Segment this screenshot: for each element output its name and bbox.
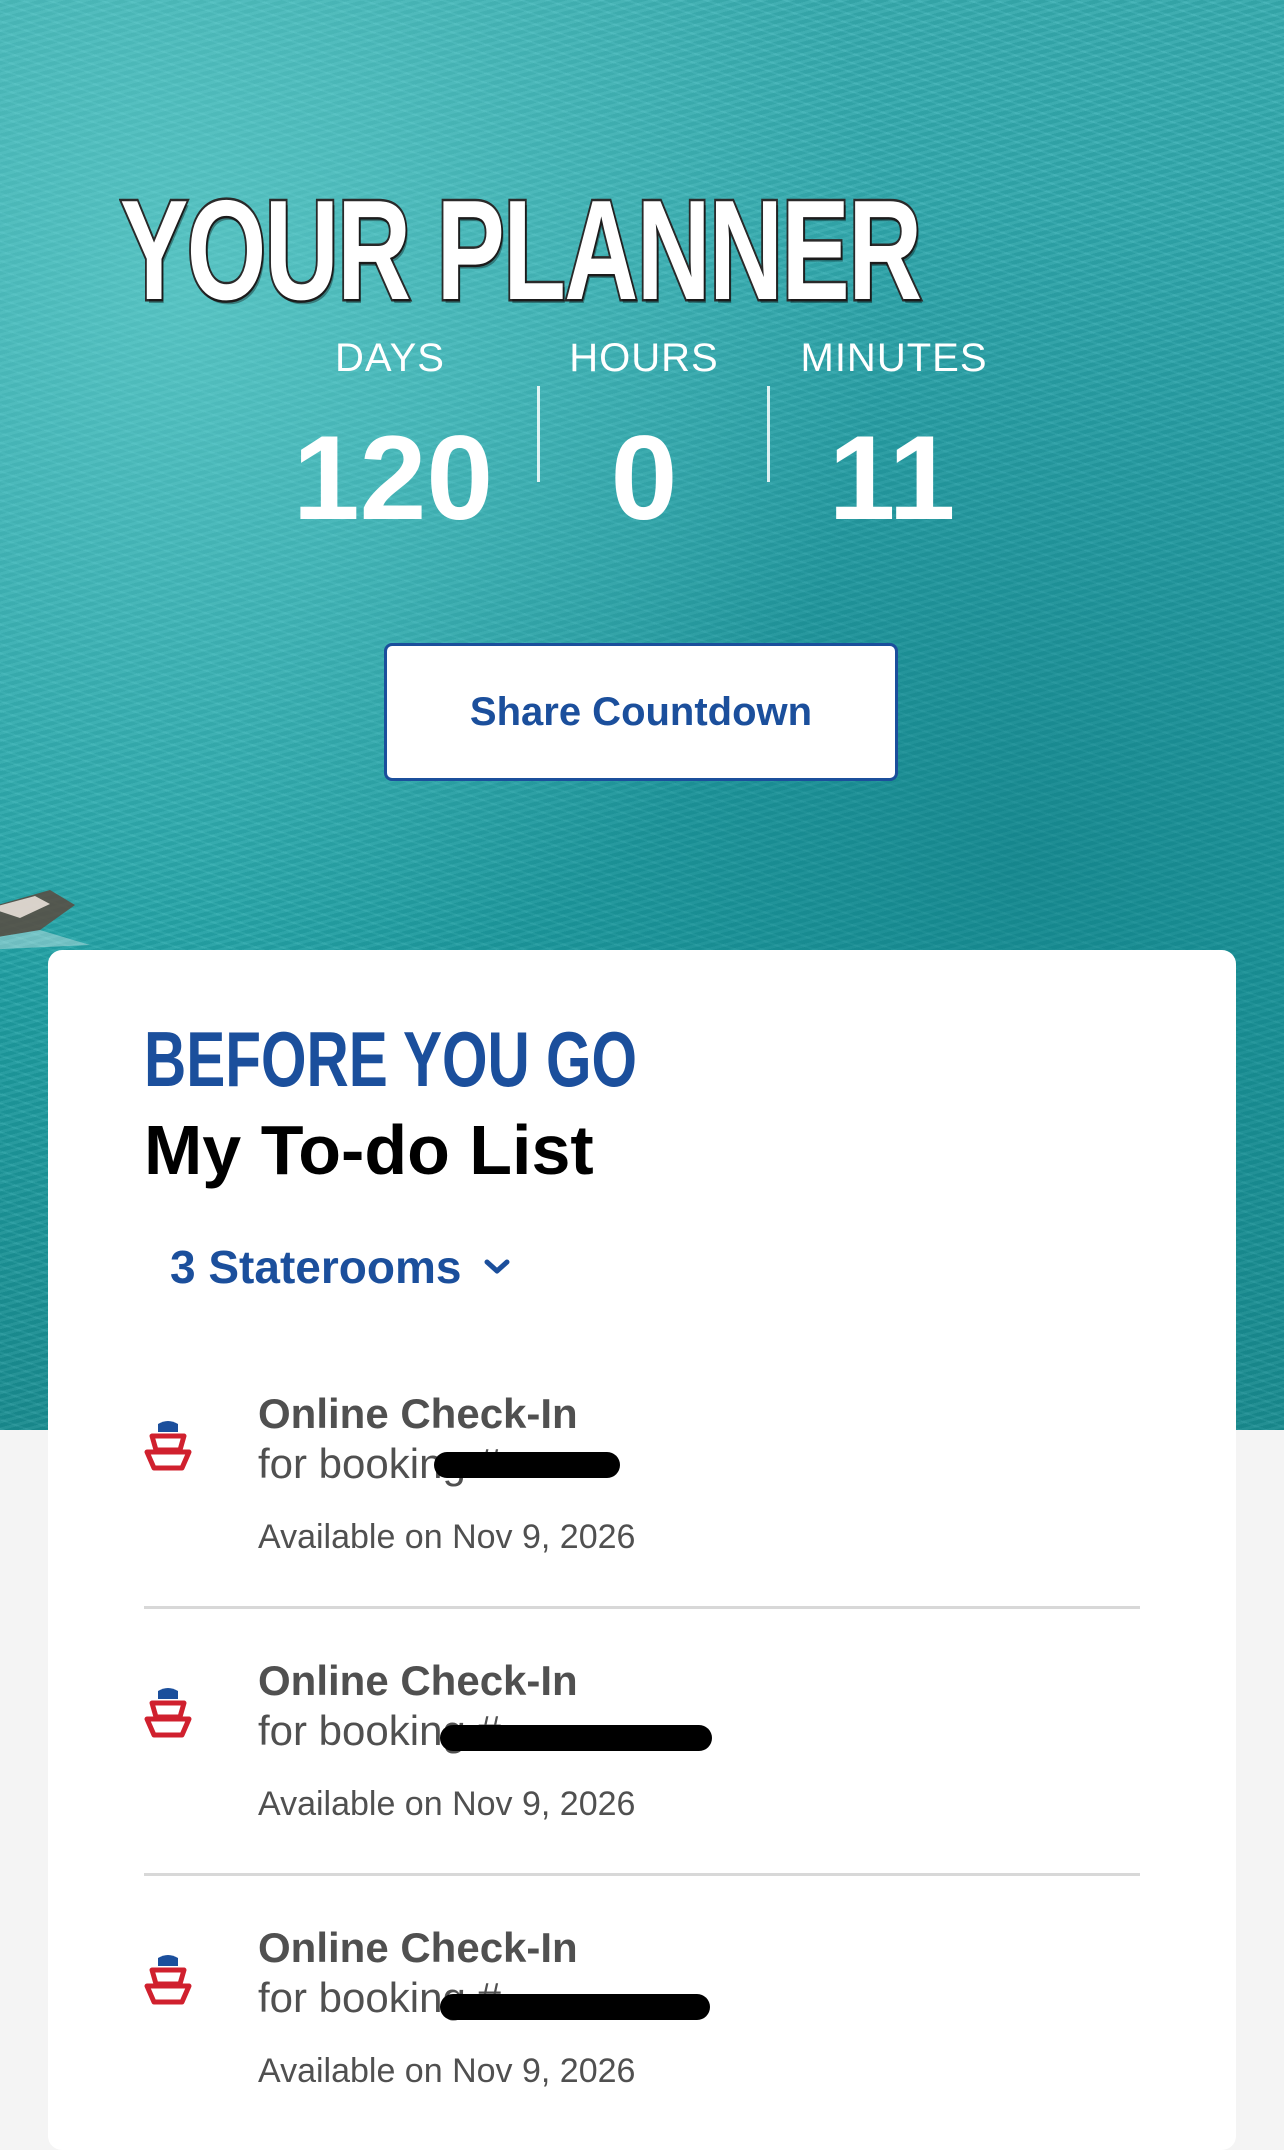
- list-divider: [144, 1873, 1140, 1876]
- list-divider: [144, 1606, 1140, 1609]
- staterooms-dropdown[interactable]: 3 Staterooms: [170, 1240, 511, 1294]
- staterooms-label: 3 Staterooms: [170, 1241, 462, 1293]
- todo-item-title: Online Check-In: [258, 1924, 578, 1971]
- minutes-label: MINUTES: [800, 336, 988, 380]
- page-title: YOUR PLANNER: [118, 171, 924, 330]
- todo-item-availability: Available on Nov 9, 2026: [258, 1518, 636, 1556]
- days-label: DAYS: [335, 336, 445, 380]
- todo-item-checkin-3[interactable]: Online Check-In for booking # Available …: [144, 1924, 1144, 2090]
- boat-image: [0, 890, 90, 950]
- todo-card: BEFORE YOU GO My To-do List 3 Staterooms…: [48, 950, 1236, 2150]
- minutes-value: 11: [828, 411, 956, 545]
- days-value: 120: [292, 411, 494, 545]
- share-countdown-button[interactable]: Share Countdown: [384, 643, 898, 781]
- todo-item-checkin-2[interactable]: Online Check-In for booking # Available …: [144, 1657, 1144, 1823]
- todo-list-title: My To-do List: [144, 1111, 594, 1189]
- chevron-down-icon: [484, 1259, 510, 1274]
- redaction-mark: [434, 1452, 620, 1478]
- todo-item-availability: Available on Nov 9, 2026: [258, 1785, 636, 1823]
- cruise-ship-icon: [144, 1688, 192, 1738]
- redaction-mark: [440, 1994, 710, 2020]
- todo-item-checkin-1[interactable]: Online Check-In for booking # Available …: [144, 1390, 1144, 1556]
- cruise-ship-icon: [144, 1955, 192, 2005]
- todo-item-title: Online Check-In: [258, 1657, 578, 1704]
- hours-value: 0: [610, 411, 678, 545]
- todo-item-availability: Available on Nov 9, 2026: [258, 2052, 636, 2090]
- redaction-mark: [440, 1725, 712, 1751]
- cruise-ship-icon: [144, 1421, 192, 1471]
- hours-label: HOURS: [569, 336, 719, 380]
- todo-item-title: Online Check-In: [258, 1390, 578, 1437]
- before-you-go-heading: BEFORE YOU GO: [144, 1015, 637, 1103]
